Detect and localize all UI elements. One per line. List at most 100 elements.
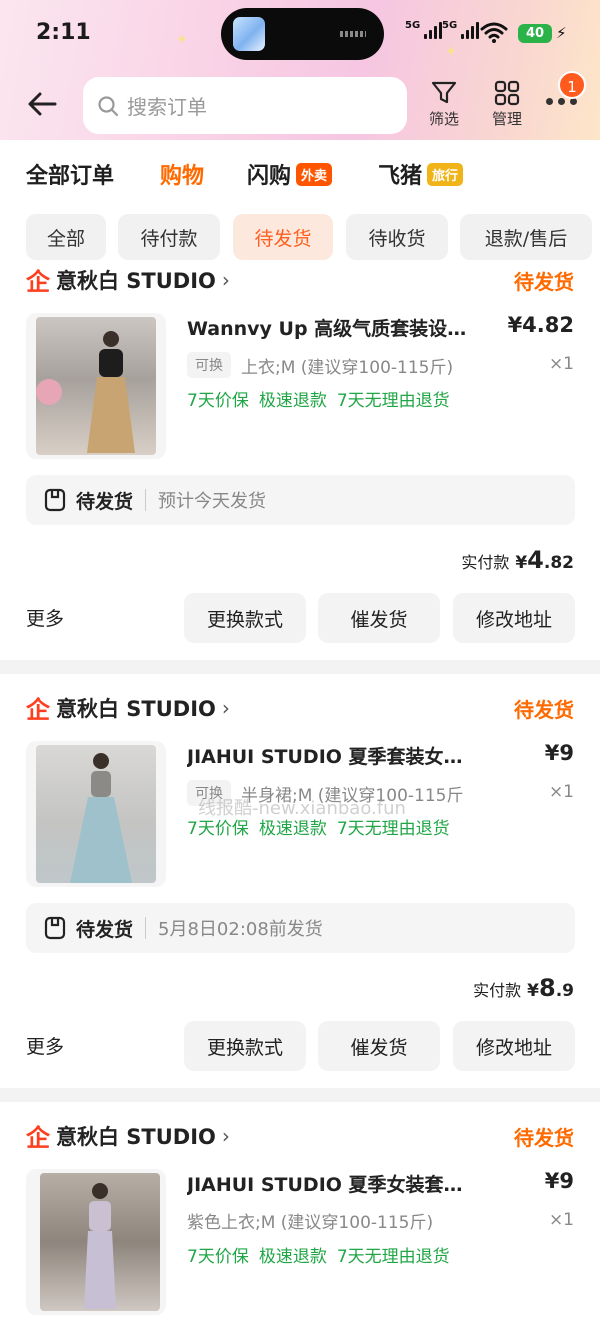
manage-label: 管理 bbox=[491, 110, 522, 128]
chevron-right-icon: › bbox=[221, 1123, 230, 1148]
paid-amount: 实付款 ¥ 8 .9 bbox=[473, 974, 574, 1002]
product-price: ¥9 bbox=[544, 1169, 574, 1193]
shop-name: 意秋白 STUDIO bbox=[56, 1124, 216, 1149]
shipping-status-bar[interactable]: 待发货 5月8日02:08前发货 bbox=[26, 903, 575, 953]
order-status: 待发货 bbox=[514, 270, 574, 294]
tab-all-orders[interactable]: 全部订单 bbox=[26, 158, 114, 190]
search-placeholder: 搜索订单 bbox=[127, 95, 207, 119]
product-title[interactable]: JIAHUI STUDIO 夏季套装女设计感 bbox=[187, 742, 477, 769]
order-status: 待发货 bbox=[514, 698, 574, 722]
product-price: ¥9 bbox=[544, 741, 574, 765]
filter-label: 筛选 bbox=[428, 110, 459, 128]
filter-button[interactable]: 筛选 bbox=[414, 80, 474, 129]
chip-pending-payment[interactable]: 待付款 bbox=[118, 214, 220, 260]
sku-text: 上衣;M (建议穿100-115斤) bbox=[241, 357, 454, 378]
paid-integer: 4 bbox=[527, 546, 544, 574]
urge-shipping-button[interactable]: 催发货 bbox=[318, 593, 440, 643]
charging-icon: ⚡ bbox=[556, 24, 567, 42]
sku-row: 紫色上衣;M (建议穿100-115斤) bbox=[187, 1208, 433, 1233]
manage-button[interactable]: 管理 bbox=[477, 80, 537, 129]
shipping-eta: 5月8日02:08前发货 bbox=[158, 919, 323, 940]
guarantee-item: 极速退款 bbox=[258, 1247, 327, 1267]
travel-tag: 旅行 bbox=[427, 162, 464, 186]
quantity: ×1 bbox=[548, 1210, 574, 1230]
currency-symbol: ¥ bbox=[527, 981, 539, 1001]
shop-name: 意秋白 STUDIO bbox=[56, 696, 216, 721]
tab-fliggy[interactable]: 飞猪 旅行 bbox=[378, 158, 464, 190]
change-style-button[interactable]: 更换款式 bbox=[184, 1021, 306, 1071]
chevron-right-icon: › bbox=[221, 267, 230, 292]
shop-logo-icon: 企 bbox=[26, 268, 50, 296]
order-status: 待发货 bbox=[514, 1126, 574, 1150]
product-image[interactable] bbox=[26, 1169, 166, 1315]
paid-integer: 8 bbox=[539, 974, 556, 1002]
cellular-signal-icon: 5G bbox=[405, 20, 443, 39]
cellular-signal-icon: 5G bbox=[442, 20, 480, 39]
urge-shipping-button[interactable]: 催发货 bbox=[318, 1021, 440, 1071]
chip-refund-aftersale[interactable]: 退款/售后 bbox=[460, 214, 592, 260]
paid-amount: 实付款 ¥ 4 .82 bbox=[461, 546, 574, 574]
shipping-status-bar[interactable]: 待发货 预计今天发货 bbox=[26, 475, 575, 525]
edit-address-button[interactable]: 修改地址 bbox=[453, 593, 575, 643]
back-arrow-icon[interactable] bbox=[26, 88, 58, 120]
network-type-label: 5G bbox=[442, 20, 458, 31]
guarantee-item: 7天无理由退货 bbox=[336, 1247, 450, 1267]
edit-address-button[interactable]: 修改地址 bbox=[453, 1021, 575, 1071]
search-input[interactable]: 搜索订单 bbox=[83, 77, 407, 134]
divider bbox=[145, 917, 147, 939]
more-button[interactable]: 更多 bbox=[26, 1032, 64, 1059]
model-figure bbox=[84, 1183, 116, 1309]
shipping-label: 待发货 bbox=[76, 490, 134, 513]
more-options-icon[interactable] bbox=[546, 98, 577, 105]
product-title[interactable]: JIAHUI STUDIO 夏季女装套装穿搭 bbox=[187, 1170, 477, 1197]
chip-all[interactable]: 全部 bbox=[26, 214, 106, 260]
paid-label: 实付款 bbox=[461, 553, 510, 572]
grid-icon bbox=[494, 80, 520, 106]
tab-label: 闪购 bbox=[247, 164, 292, 189]
tab-label: 购物 bbox=[160, 164, 205, 189]
paid-decimal: .82 bbox=[543, 553, 574, 573]
shop-header[interactable]: 企 意秋白 STUDIO › bbox=[26, 690, 230, 725]
shipping-eta: 预计今天发货 bbox=[158, 491, 267, 512]
guarantee-item: 极速退款 bbox=[258, 391, 327, 411]
model-figure bbox=[87, 331, 135, 453]
paid-decimal: .9 bbox=[555, 981, 574, 1001]
chevron-right-icon: › bbox=[221, 695, 230, 720]
shop-header[interactable]: 企 意秋白 STUDIO › bbox=[26, 262, 230, 297]
product-image[interactable] bbox=[26, 313, 166, 459]
product-price: ¥4.82 bbox=[507, 313, 574, 337]
tab-label: 全部订单 bbox=[26, 164, 115, 189]
tab-flash[interactable]: 闪购 外卖 bbox=[247, 158, 333, 190]
product-title[interactable]: Wannvy Up 高级气质套装设计感小众女装 bbox=[187, 314, 477, 341]
balloon-decoration bbox=[36, 379, 62, 405]
package-icon bbox=[44, 488, 66, 512]
guarantee-list: 7天价保 极速退款 7天无理由退货 bbox=[187, 1242, 450, 1267]
tab-label: 飞猪 bbox=[378, 164, 423, 189]
guarantee-item: 7天价保 bbox=[187, 391, 249, 411]
model-figure bbox=[70, 753, 132, 883]
notification-badge: 1 bbox=[558, 71, 586, 99]
shop-logo-icon: 企 bbox=[26, 1124, 50, 1152]
divider bbox=[145, 489, 147, 511]
guarantee-item: 7天无理由退货 bbox=[336, 391, 450, 411]
search-icon bbox=[98, 95, 119, 116]
more-button[interactable]: 更多 bbox=[26, 604, 64, 631]
shop-header[interactable]: 企 意秋白 STUDIO › bbox=[26, 1118, 230, 1153]
audio-wave-icon bbox=[340, 31, 366, 37]
shipping-label: 待发货 bbox=[76, 918, 134, 941]
takeout-tag: 外卖 bbox=[296, 162, 333, 186]
tab-shopping[interactable]: 购物 bbox=[160, 158, 204, 190]
network-type-label: 5G bbox=[405, 20, 421, 31]
guarantee-list: 7天价保 极速退款 7天无理由退货 bbox=[187, 386, 450, 411]
chip-pending-receipt[interactable]: 待收货 bbox=[346, 214, 448, 260]
status-bar: 2:11 5G 5G 40 ⚡ bbox=[0, 0, 600, 68]
swap-tag: 可换 bbox=[187, 352, 231, 378]
quantity: ×1 bbox=[548, 354, 574, 374]
filter-funnel-icon bbox=[431, 81, 457, 104]
header: ✦ ✦ 2:11 5G 5G 40 ⚡ 搜索订单 筛选 管理 1 bbox=[0, 0, 600, 140]
change-style-button[interactable]: 更换款式 bbox=[184, 593, 306, 643]
sku-row: 可换 上衣;M (建议穿100-115斤) bbox=[187, 352, 453, 378]
chip-pending-shipment[interactable]: 待发货 bbox=[233, 214, 333, 260]
currency-symbol: ¥ bbox=[515, 553, 528, 573]
product-image[interactable] bbox=[26, 741, 166, 887]
